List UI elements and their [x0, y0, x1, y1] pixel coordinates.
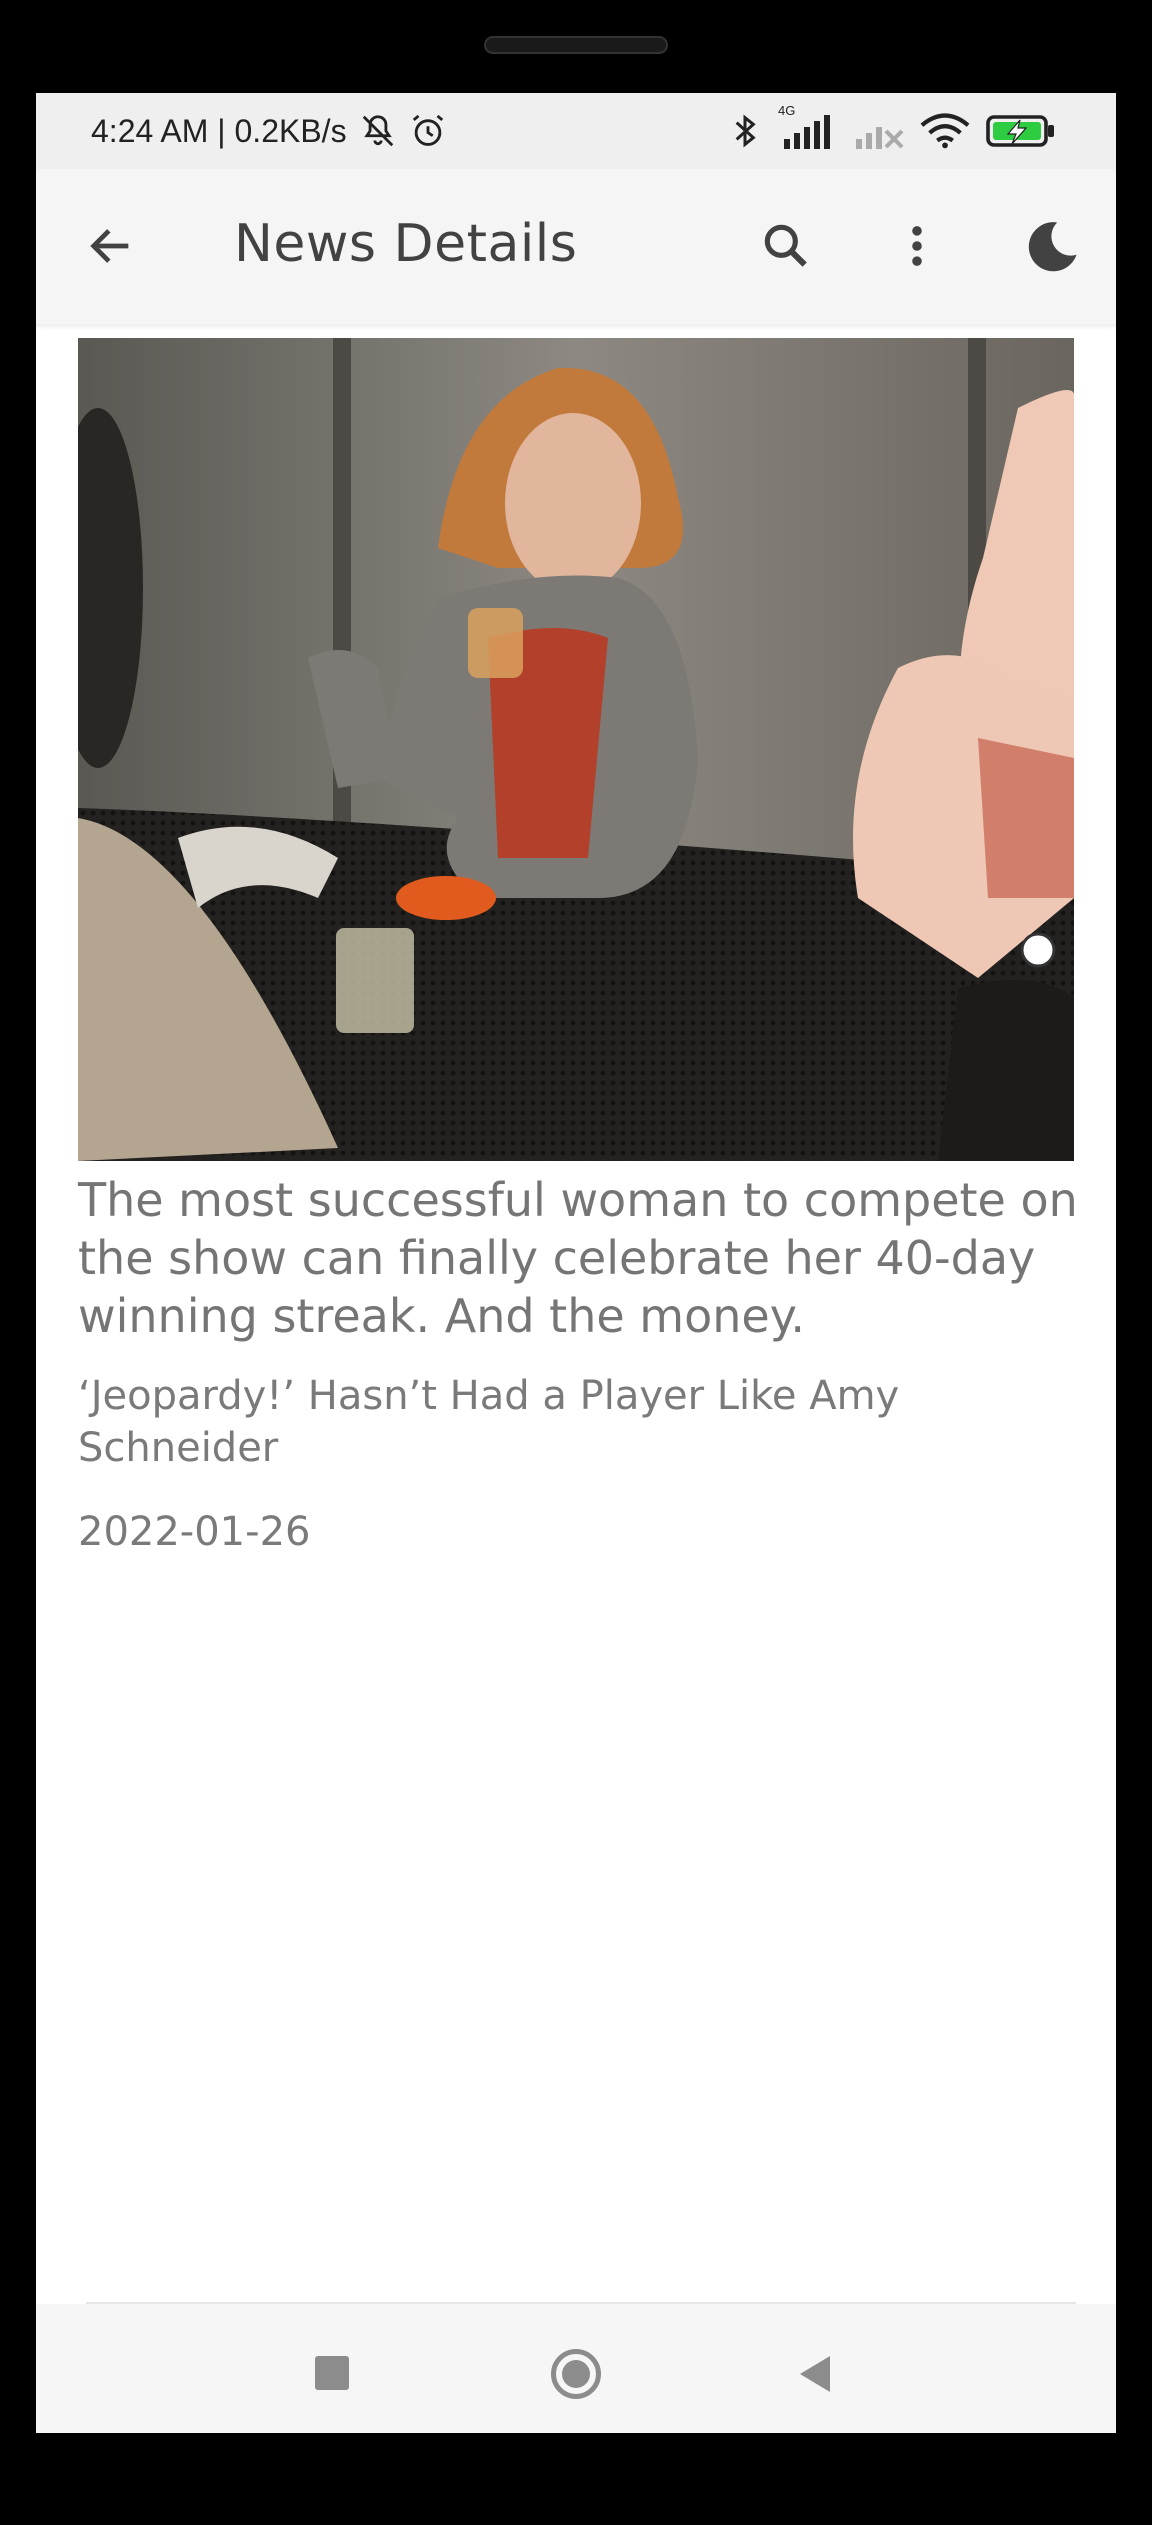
back-button[interactable]	[76, 211, 146, 281]
screen: 4:24 AM | 0.2KB/s 4G News Details The mo…	[36, 93, 1116, 2433]
back-arrow-icon	[90, 229, 129, 263]
article-image	[78, 338, 1074, 1161]
overflow-menu-button[interactable]	[882, 211, 952, 281]
phone-frame: 4:24 AM | 0.2KB/s 4G News Details The mo…	[0, 0, 1152, 2525]
system-nav-bar	[36, 2304, 1116, 2433]
status-left: 4:24 AM | 0.2KB/s	[91, 112, 447, 150]
home-circle-icon[interactable]	[551, 2349, 601, 2399]
status-time-speed: 4:24 AM | 0.2KB/s	[91, 112, 347, 149]
search-icon	[764, 224, 807, 267]
home-circle-inner	[562, 2360, 590, 2388]
battery-charging-icon	[986, 114, 1056, 148]
article-photo	[78, 338, 1074, 1161]
bluetooth-icon	[730, 111, 760, 151]
dark-mode-toggle[interactable]	[1014, 209, 1090, 285]
status-right: 4G	[730, 103, 1056, 151]
recents-square-icon[interactable]	[315, 2356, 349, 2390]
back-triangle-icon[interactable]	[800, 2356, 830, 2392]
wifi-icon	[920, 113, 970, 149]
mute-bell-icon	[359, 112, 397, 150]
signal-icon: 4G	[776, 103, 838, 149]
article-date: 2022-01-26	[78, 1509, 311, 1555]
article-title: ‘Jeopardy!’ Hasn’t Had a Player Like Amy…	[78, 1373, 900, 1471]
alarm-icon	[409, 112, 447, 150]
phone-speaker	[484, 36, 668, 54]
page-title: News Details	[234, 214, 578, 274]
signal-no-sim-icon	[854, 113, 904, 149]
app-bar: News Details	[36, 169, 1116, 324]
article-headline: The most successful woman to compete on …	[78, 1173, 1078, 1343]
search-button[interactable]	[751, 211, 821, 281]
network-type-label: 4G	[778, 103, 796, 118]
status-bar: 4:24 AM | 0.2KB/s 4G	[36, 93, 1116, 169]
dark-mode-moon-icon	[1028, 222, 1077, 272]
more-vert-icon	[912, 226, 922, 266]
